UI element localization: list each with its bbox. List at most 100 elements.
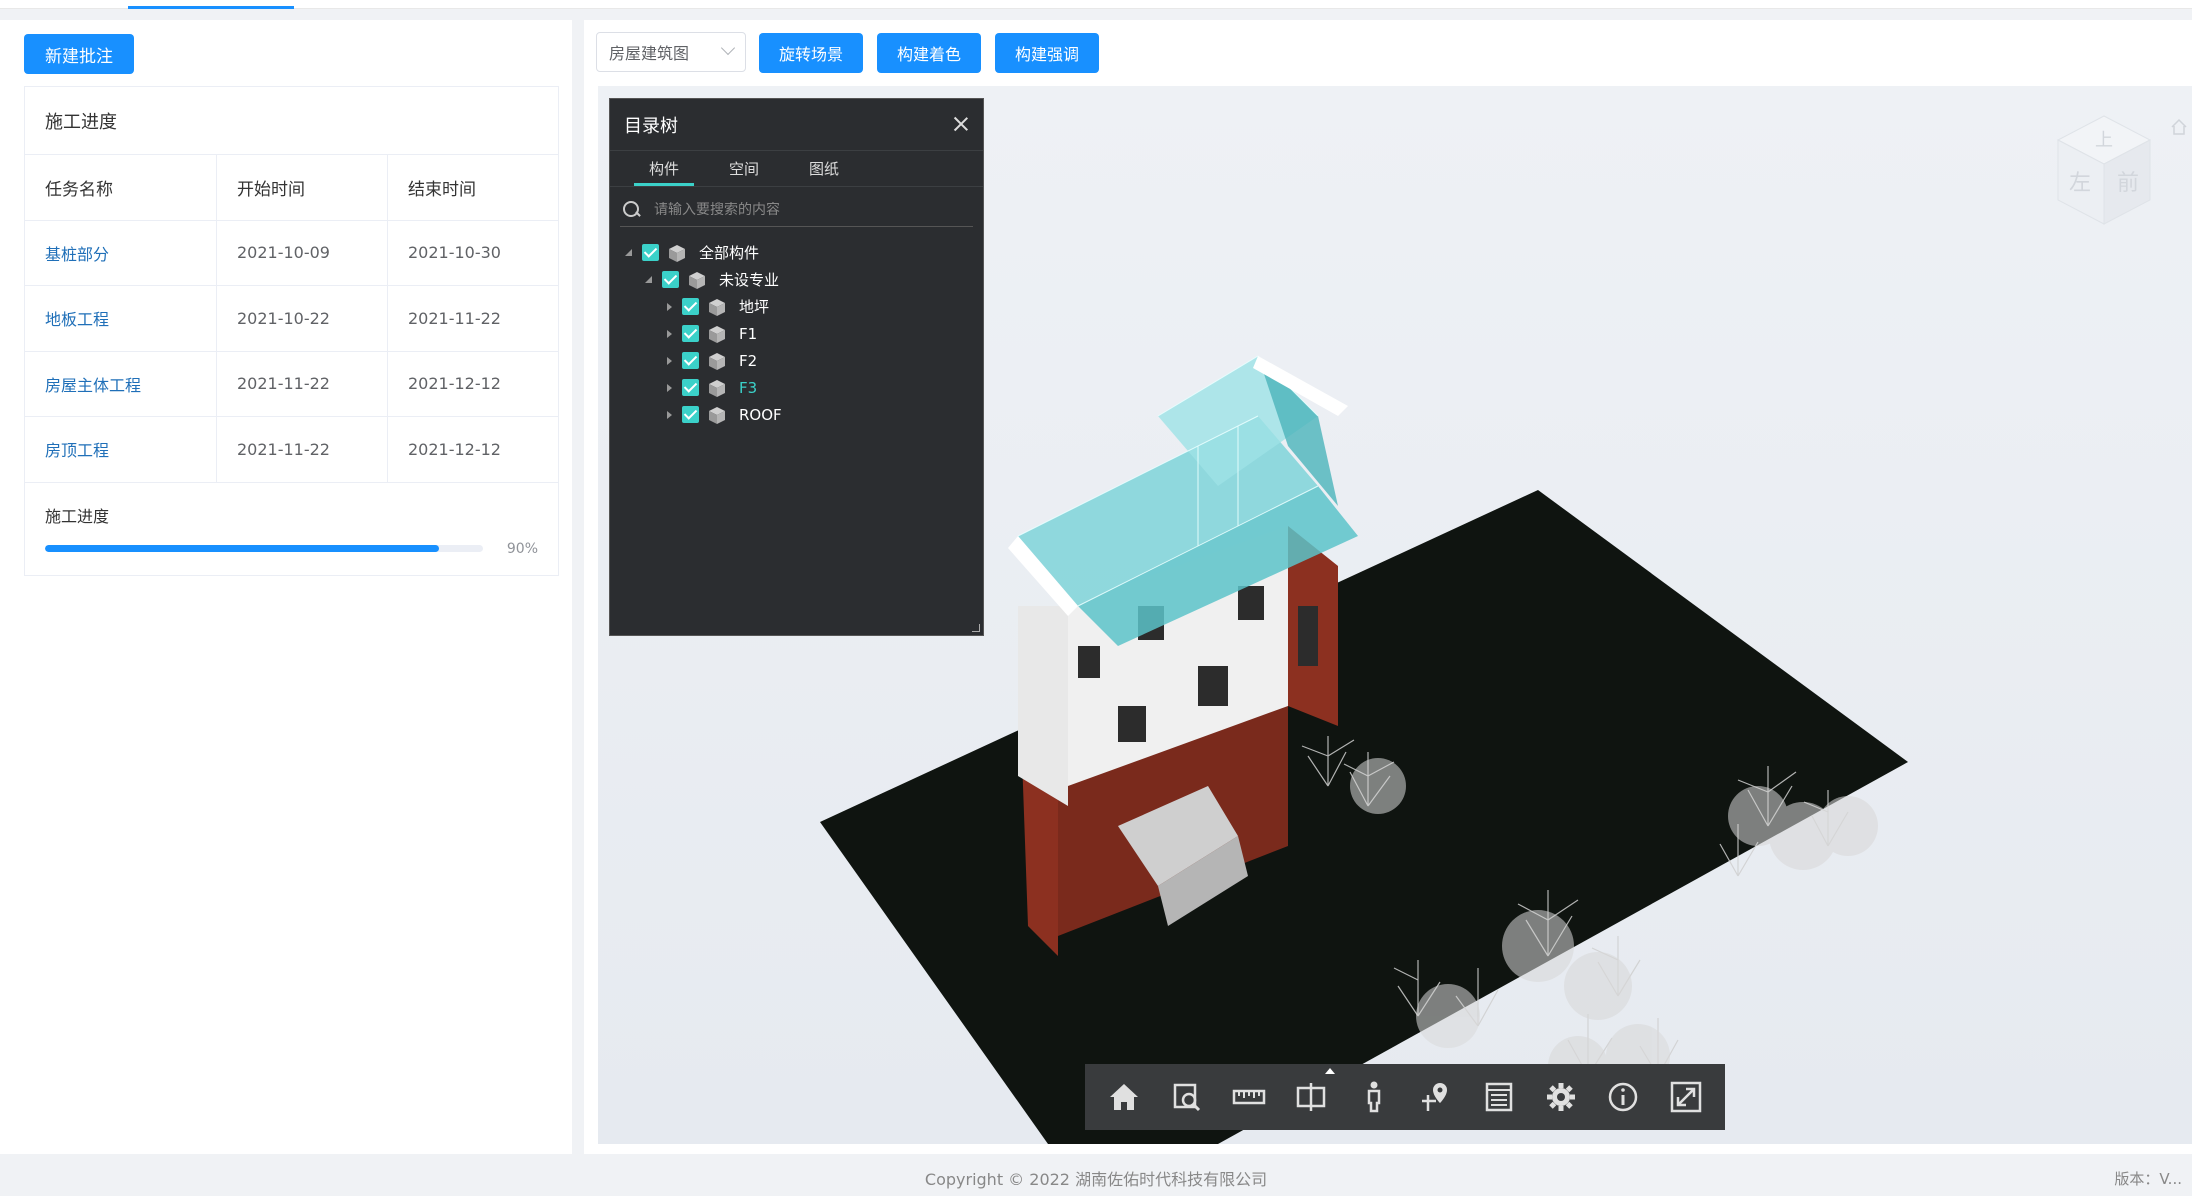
caret-right-icon[interactable]	[664, 356, 674, 366]
task-link[interactable]: 房屋主体工程	[45, 372, 141, 396]
checkbox-checked[interactable]	[682, 352, 699, 369]
tree-node-f1[interactable]: F1	[610, 320, 983, 347]
end-date: 2021-12-12	[408, 374, 501, 394]
tree-header: 目录树	[610, 99, 983, 151]
header-start-time: 开始时间	[217, 155, 388, 220]
left-panel: 新建批注 施工进度 任务名称 开始时间 结束时间 基桩部分 2021-10-09…	[0, 20, 572, 1154]
component-coloring-button[interactable]: 构建着色	[877, 33, 981, 73]
end-date: 2021-12-12	[408, 439, 501, 459]
copyright-text: Copyright © 2022 湖南佐佑时代科技有限公司	[924, 1170, 1268, 1189]
table-header: 任务名称 开始时间 结束时间	[25, 155, 558, 221]
node-label: 地坪	[739, 298, 770, 316]
node-label: 未设专业	[719, 271, 780, 289]
properties-list-icon[interactable]	[1477, 1075, 1521, 1119]
walk-person-icon[interactable]	[1352, 1075, 1396, 1119]
toolbar-expand-arrow-icon[interactable]	[1325, 1068, 1335, 1074]
component-highlight-button[interactable]: 构建强调	[995, 33, 1099, 73]
caret-right-icon[interactable]	[664, 329, 674, 339]
caret-down-icon[interactable]	[624, 248, 634, 258]
node-label: F1	[739, 324, 758, 343]
tree-node-unassigned[interactable]: 未设专业	[610, 266, 983, 293]
home-icon[interactable]	[1102, 1075, 1146, 1119]
checkbox-checked[interactable]	[682, 379, 699, 396]
pin-location-icon[interactable]	[1414, 1075, 1458, 1119]
start-date: 2021-11-22	[217, 417, 388, 482]
caret-right-icon[interactable]	[664, 410, 674, 420]
search-input[interactable]	[654, 201, 954, 218]
measure-ruler-icon[interactable]	[1227, 1075, 1271, 1119]
task-link[interactable]: 地板工程	[45, 306, 109, 330]
rotate-scene-button[interactable]: 旋转场景	[759, 33, 863, 73]
select-value: 房屋建筑图	[609, 44, 690, 63]
progress-label: 施工进度	[45, 506, 110, 526]
view-cube[interactable]: 上 左 前	[2050, 112, 2158, 230]
tree-node-f2[interactable]: F2	[610, 347, 983, 374]
start-date: 2021-11-22	[217, 351, 388, 416]
resize-handle[interactable]	[972, 624, 980, 632]
caret-right-icon[interactable]	[664, 302, 674, 312]
header-task-name: 任务名称	[25, 155, 217, 220]
task-table: 任务名称 开始时间 结束时间 基桩部分 2021-10-09 2021-10-3…	[25, 155, 558, 483]
fullscreen-icon[interactable]	[1664, 1075, 1708, 1119]
tree-node-roof[interactable]: ROOF	[610, 401, 983, 428]
table-row: 房顶工程 2021-11-22 2021-12-12	[25, 417, 558, 483]
checkbox-checked[interactable]	[682, 406, 699, 423]
active-tab-indicator	[128, 6, 294, 9]
checkbox-checked[interactable]	[642, 244, 659, 261]
cube-face-left: 左	[2069, 171, 2091, 196]
tree-node-f3[interactable]: F3	[610, 374, 983, 401]
table-row: 房屋主体工程 2021-11-22 2021-12-12	[25, 351, 558, 417]
checkbox-checked[interactable]	[682, 298, 699, 315]
tree-title: 目录树	[624, 115, 678, 137]
header-end-time: 结束时间	[408, 179, 476, 200]
checkbox-checked[interactable]	[662, 271, 679, 288]
cube-icon	[709, 298, 725, 316]
close-icon[interactable]	[953, 116, 969, 132]
tree-list: 全部构件 未设专业 地坪 F1 F2 F3 ROOF	[610, 227, 983, 428]
version-text: 版本：V...	[2114, 1170, 2182, 1188]
progress-percent: 90%	[506, 540, 538, 557]
top-nav-bar	[0, 0, 2192, 9]
viewer-toolbar	[1085, 1064, 1725, 1130]
view-home-icon[interactable]	[2170, 118, 2188, 136]
caret-down-icon[interactable]	[644, 275, 654, 285]
tab-spaces[interactable]: 空间	[704, 151, 784, 186]
table-row: 地板工程 2021-10-22 2021-11-22	[25, 286, 558, 352]
progress-fill	[45, 545, 440, 552]
zoom-window-icon[interactable]	[1165, 1075, 1209, 1119]
cube-face-top: 上	[2095, 130, 2113, 151]
cube-face-front: 前	[2117, 171, 2139, 196]
section-box-icon[interactable]	[1289, 1075, 1333, 1119]
progress-card: 施工进度 任务名称 开始时间 结束时间 基桩部分 2021-10-09 2021…	[24, 86, 559, 576]
tree-node-ground[interactable]: 地坪	[610, 293, 983, 320]
progress-section: 施工进度 90%	[25, 483, 558, 557]
directory-tree-panel[interactable]: 目录树 构件 空间 图纸 全部构件 未设专业 地坪	[609, 98, 984, 636]
start-date: 2021-10-22	[217, 286, 388, 351]
footer: Copyright © 2022 湖南佐佑时代科技有限公司 版本：V...	[0, 1160, 2192, 1196]
task-link[interactable]: 房顶工程	[45, 437, 109, 461]
end-date: 2021-11-22	[408, 308, 501, 328]
end-date: 2021-10-30	[408, 243, 501, 263]
search-icon	[622, 200, 642, 220]
table-row: 基桩部分 2021-10-09 2021-10-30	[25, 220, 558, 286]
node-label: F2	[739, 351, 758, 370]
node-label: F3	[739, 378, 758, 397]
tab-drawings[interactable]: 图纸	[784, 151, 864, 186]
task-link[interactable]: 基桩部分	[45, 241, 109, 265]
cube-icon	[709, 406, 725, 424]
tree-search	[620, 193, 973, 227]
info-icon[interactable]	[1601, 1075, 1645, 1119]
node-label: 全部构件	[699, 244, 760, 262]
checkbox-checked[interactable]	[682, 325, 699, 342]
tree-node-all-components[interactable]: 全部构件	[610, 239, 983, 266]
cube-icon	[709, 325, 725, 343]
drawing-select[interactable]: 房屋建筑图	[596, 32, 746, 72]
cube-icon	[669, 244, 685, 262]
caret-right-icon[interactable]	[664, 383, 674, 393]
tree-tabs: 构件 空间 图纸	[610, 151, 983, 187]
new-annotation-button[interactable]: 新建批注	[24, 34, 134, 74]
tab-components[interactable]: 构件	[624, 151, 704, 186]
settings-gear-icon[interactable]	[1539, 1075, 1583, 1119]
progress-bar	[45, 545, 483, 552]
start-date: 2021-10-09	[217, 220, 388, 285]
